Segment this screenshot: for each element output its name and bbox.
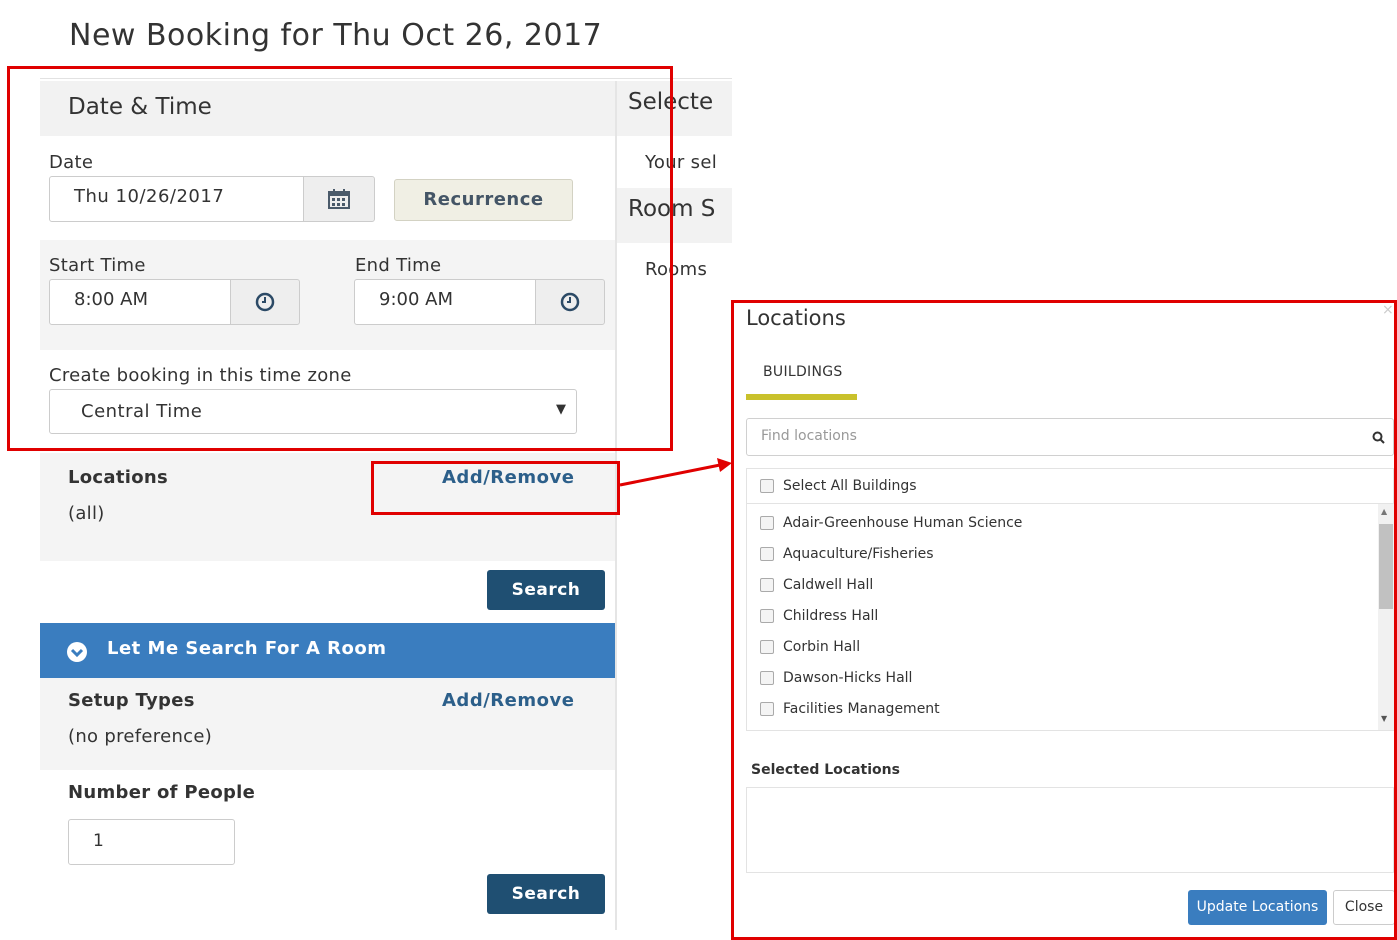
chevron-circle-down-icon — [67, 642, 87, 662]
search-button[interactable]: Search — [487, 570, 605, 610]
setup-types-value: (no preference) — [68, 726, 213, 747]
annotation-box-modal — [731, 300, 1397, 940]
room-search-toggle-label: Let Me Search For A Room — [107, 638, 387, 659]
people-value: 1 — [93, 831, 104, 851]
locations-label: Locations — [68, 467, 169, 488]
room-search-button[interactable]: Search — [487, 874, 605, 914]
setup-types-label: Setup Types — [68, 690, 195, 711]
arrow-icon — [619, 458, 732, 487]
annotation-box-add-remove — [371, 461, 620, 515]
room-search-toggle[interactable]: Let Me Search For A Room — [40, 623, 615, 678]
annotation-box-datetime — [7, 66, 673, 451]
page-title: New Booking for Thu Oct 26, 2017 — [69, 18, 603, 53]
people-input[interactable]: 1 — [68, 819, 235, 865]
people-label: Number of People — [68, 782, 256, 803]
setup-types-add-remove-link[interactable]: Add/Remove — [442, 690, 574, 711]
locations-value: (all) — [68, 503, 105, 524]
